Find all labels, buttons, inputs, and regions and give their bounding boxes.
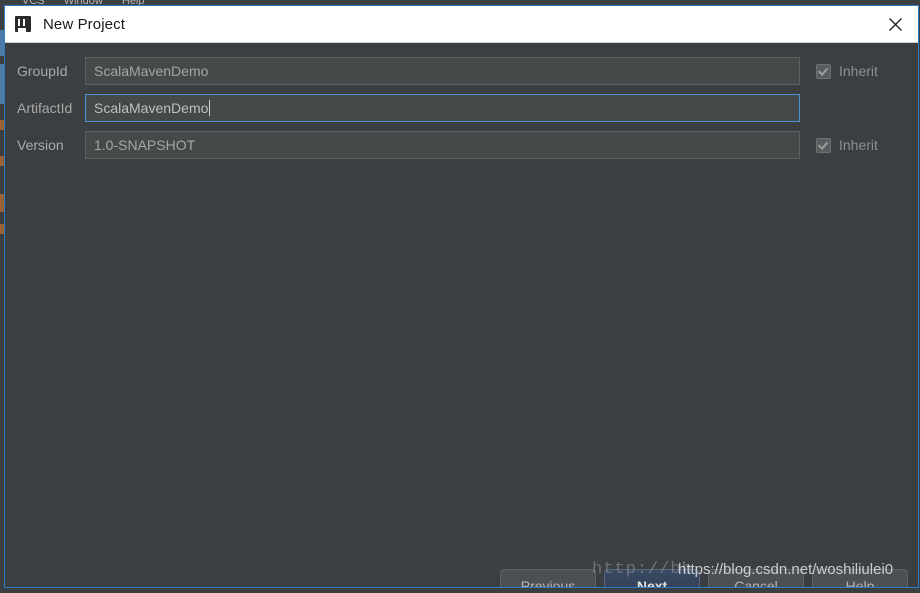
groupid-inherit-checkbox[interactable]: Inherit — [816, 63, 878, 79]
close-button[interactable] — [872, 6, 918, 42]
form-row-groupid: GroupId ScalaMavenDemo Inherit — [5, 56, 918, 86]
dialog-title-bar: New Project — [5, 6, 918, 43]
version-input[interactable]: 1.0-SNAPSHOT — [85, 131, 800, 159]
cancel-button[interactable]: Cancel — [708, 569, 804, 588]
close-icon — [888, 17, 902, 31]
help-button[interactable]: Help — [812, 569, 908, 588]
new-project-dialog: New Project GroupId ScalaMavenDemo Inher… — [4, 5, 919, 588]
cancel-button-label: Cancel — [734, 578, 778, 588]
dialog-body: GroupId ScalaMavenDemo Inherit ArtifactI… — [5, 43, 918, 587]
form-row-artifactid: ArtifactId ScalaMavenDemo — [5, 93, 918, 123]
groupid-input[interactable]: ScalaMavenDemo — [85, 57, 800, 85]
help-button-label: Help — [845, 578, 875, 588]
text-caret — [209, 100, 211, 116]
checkbox-checked-icon — [816, 63, 831, 79]
version-value: 1.0-SNAPSHOT — [94, 137, 196, 153]
dialog-title: New Project — [43, 15, 125, 33]
next-button[interactable]: Next — [604, 569, 700, 588]
version-label: Version — [17, 137, 64, 153]
version-inherit-checkbox[interactable]: Inherit — [816, 137, 878, 153]
dialog-button-bar: Previous Next Cancel Help — [500, 569, 908, 588]
artifactid-input[interactable]: ScalaMavenDemo — [85, 94, 800, 122]
checkbox-checked-icon — [816, 137, 831, 153]
previous-button-mnemonic: P — [520, 578, 531, 588]
form-row-version: Version 1.0-SNAPSHOT Inherit — [5, 130, 918, 160]
artifactid-value: ScalaMavenDemo — [94, 100, 209, 116]
next-button-label: ext — [646, 578, 668, 588]
previous-button-label: revious — [530, 578, 576, 588]
groupid-label: GroupId — [17, 63, 68, 79]
next-button-mnemonic: N — [636, 578, 647, 588]
version-inherit-label: Inherit — [839, 137, 878, 153]
previous-button[interactable]: Previous — [500, 569, 596, 588]
intellij-idea-icon — [15, 16, 31, 32]
artifactid-label: ArtifactId — [17, 100, 73, 116]
groupid-value: ScalaMavenDemo — [94, 63, 209, 79]
groupid-inherit-label: Inherit — [839, 63, 878, 79]
